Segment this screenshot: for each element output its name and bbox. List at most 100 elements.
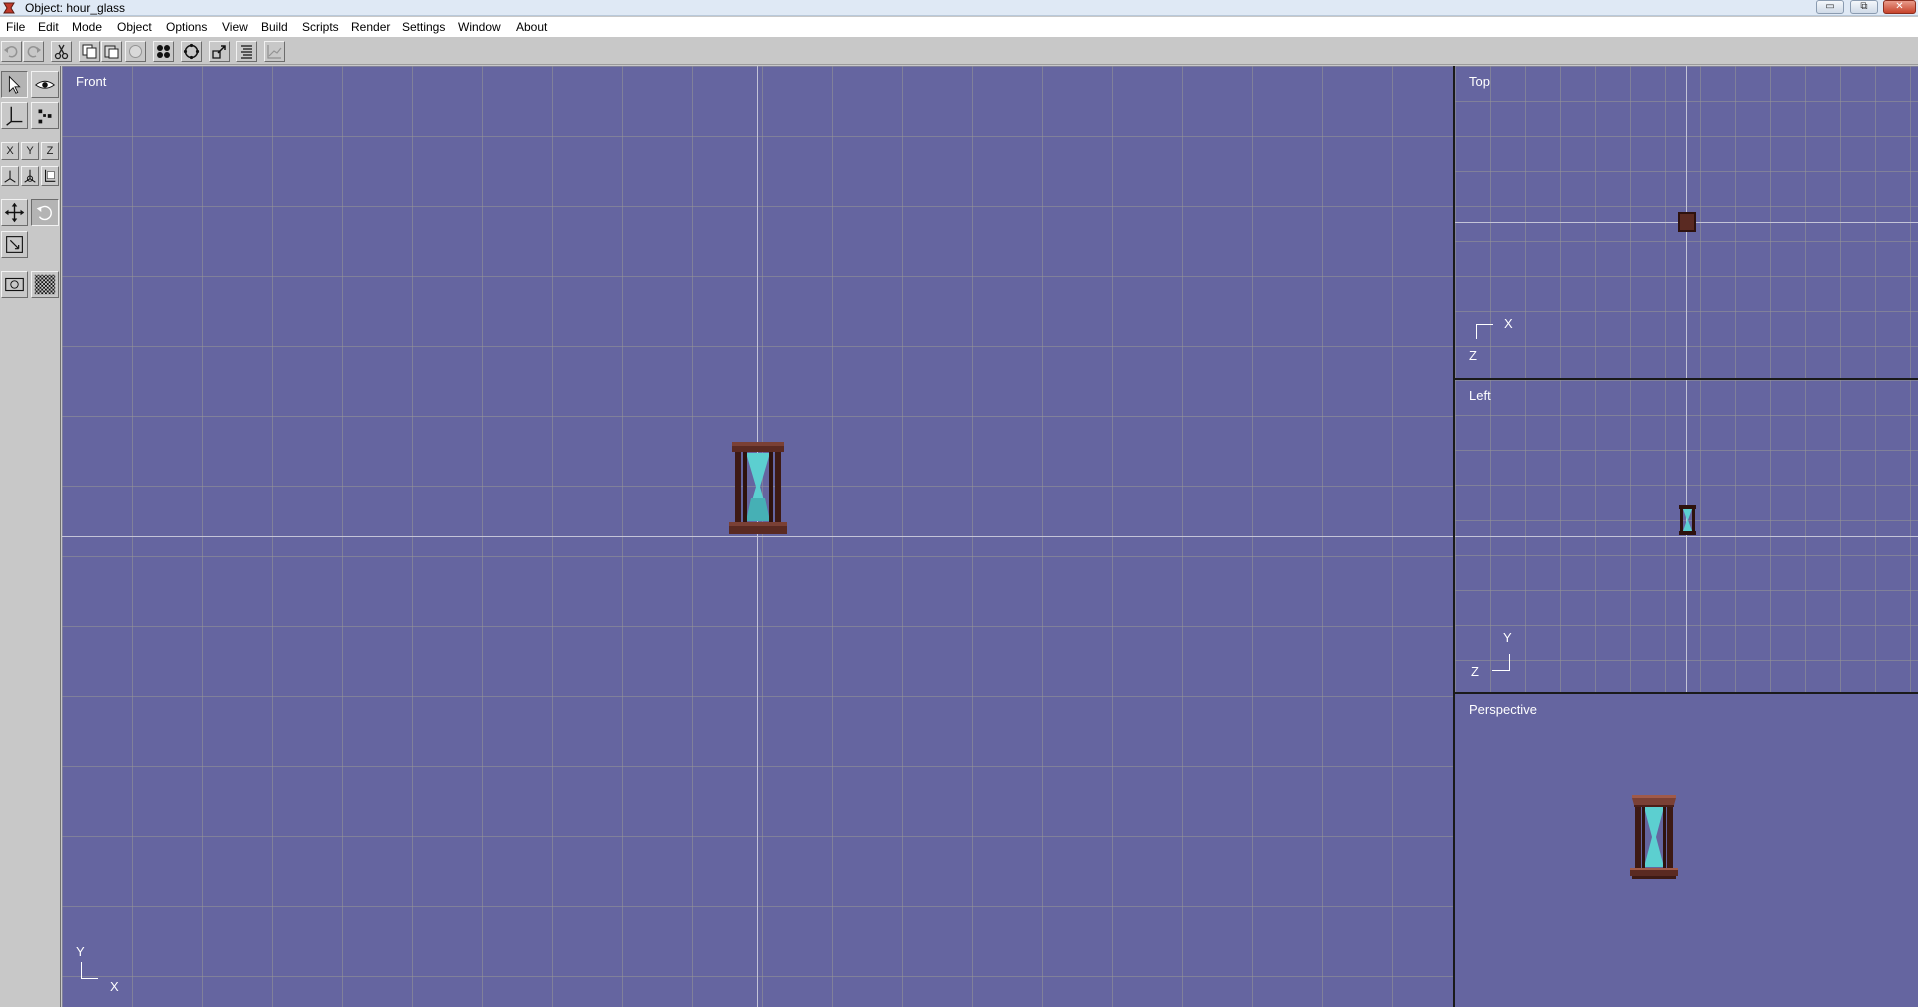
clear-button[interactable] [125,41,146,62]
top-gizmo-horizontal [1476,324,1493,325]
minimize-icon: ▭ [1825,1,1835,12]
left-gizmo-vertical [1509,654,1510,670]
perspective-viewport-label: Perspective [1469,702,1537,717]
front-gizmo-horizontal [81,978,98,979]
clear-icon [129,45,142,58]
render-mode-icon [5,277,24,292]
left-z-axis-label: Z [1471,664,1479,679]
left-gizmo-horizontal [1492,670,1510,671]
front-x-axis-label: X [110,979,119,994]
x-axis-label: X [6,145,14,157]
world-axes-icon [4,170,16,183]
menu-mode[interactable]: Mode [72,20,102,34]
menu-edit[interactable]: Edit [38,20,59,34]
toolbar [0,37,1918,65]
transform-icon [212,45,226,59]
top-viewport[interactable]: Top X Z [1455,66,1918,378]
skeleton-icon [6,106,23,126]
screen-space-button[interactable] [41,166,59,186]
hourglass-model-perspective [1630,795,1678,879]
menu-options[interactable]: Options [166,20,207,34]
cut-button[interactable] [51,41,72,62]
eye-icon [34,80,56,89]
grid-snap-button[interactable] [153,41,174,62]
left-viewport-label: Left [1469,388,1491,403]
front-horizontal-axis [62,536,1453,537]
restore-button[interactable]: ⧉ [1850,0,1878,14]
move-arrows-icon [4,202,25,223]
grid-snap-icon [157,45,170,58]
orbit-button[interactable] [181,41,202,62]
menu-object[interactable]: Object [117,20,152,34]
redo-button[interactable] [23,41,44,62]
scale-tool-button[interactable] [1,231,28,258]
perspective-viewport[interactable]: Perspective [1455,694,1918,1007]
texture-mode-button[interactable] [31,271,59,298]
redo-icon [27,46,41,58]
menu-render[interactable]: Render [351,20,390,34]
graph-button[interactable] [264,41,285,62]
arrow-cursor-icon [8,75,21,94]
orbit-icon [183,43,200,60]
top-x-axis-label: X [1504,316,1513,331]
menu-about[interactable]: About [516,20,547,34]
hourglass-model-left [1679,505,1696,535]
top-z-axis-label: Z [1469,348,1477,363]
y-axis-label: Y [26,145,34,157]
y-axis-button[interactable]: Y [21,142,39,160]
left-horizontal-axis [1455,536,1918,537]
points-tool-button[interactable] [31,102,59,129]
render-mode-button[interactable] [1,271,28,298]
points-icon [38,109,52,124]
paste-button[interactable] [101,41,122,62]
menu-scripts[interactable]: Scripts [302,20,339,34]
left-viewport[interactable]: Left Y Z [1455,380,1918,692]
restore-icon: ⧉ [1860,1,1868,12]
undo-icon [4,46,18,58]
menu-file[interactable]: File [6,20,25,34]
front-viewport[interactable]: Front Y X [62,66,1453,1007]
close-icon: ✕ [1895,1,1904,12]
tool-panel: X Y Z [0,66,61,1007]
screen-axes-icon [45,169,56,182]
undo-button[interactable] [1,41,22,62]
local-axes-icon [24,169,36,183]
front-y-axis-label: Y [76,944,85,959]
hourglass-model-front [729,442,787,534]
front-viewport-label: Front [76,74,107,89]
menu-build[interactable]: Build [261,20,288,34]
view-tool-button[interactable] [31,71,59,98]
scale-icon [6,236,23,253]
copy-button[interactable] [79,41,100,62]
top-gizmo-vertical [1476,324,1477,339]
list-icon [241,45,252,59]
minimize-button[interactable]: ▭ [1816,0,1844,14]
skeleton-tool-button[interactable] [1,102,28,129]
top-viewport-label: Top [1469,74,1490,89]
window-title: Object: hour_glass [25,1,126,15]
move-tool-button[interactable] [1,199,28,226]
menu-settings[interactable]: Settings [402,20,445,34]
z-axis-label: Z [46,145,54,157]
transform-button[interactable] [209,41,230,62]
left-y-axis-label: Y [1503,630,1512,645]
cut-icon [54,44,69,60]
front-gizmo-vertical [81,962,82,978]
world-space-button[interactable] [1,166,19,186]
title-bar: Object: hour_glass ▭ ⧉ ✕ [0,0,1918,16]
menu-bar: File Edit Mode Object Options View Build… [0,17,1918,37]
rotate-icon [36,205,52,221]
menu-view[interactable]: View [222,20,248,34]
hourglass-model-top [1678,212,1696,232]
list-button[interactable] [236,41,257,62]
x-axis-button[interactable]: X [1,142,19,160]
select-tool-button[interactable] [1,71,28,98]
paste-icon [104,45,119,59]
texture-icon [34,274,56,295]
z-axis-button[interactable]: Z [41,142,59,160]
menu-window[interactable]: Window [458,20,501,34]
rotate-tool-button[interactable] [31,199,59,226]
local-space-button[interactable] [21,166,39,186]
close-button[interactable]: ✕ [1883,0,1916,14]
graph-icon [267,45,282,59]
